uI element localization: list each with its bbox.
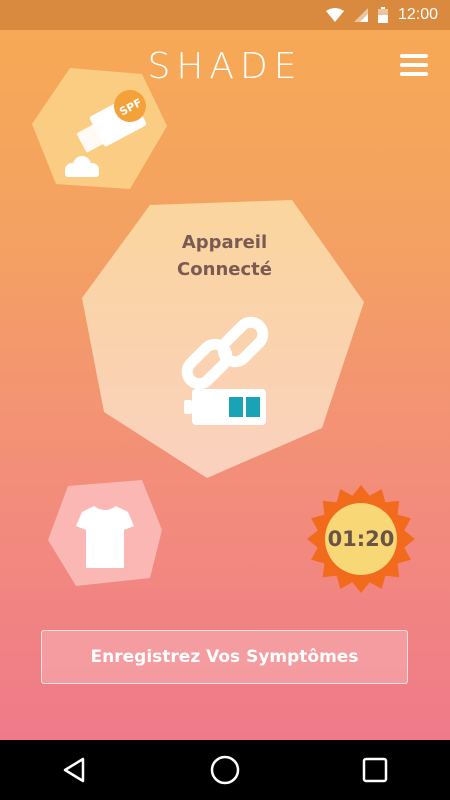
status-time: 12:00	[397, 6, 438, 23]
back-icon[interactable]	[45, 740, 105, 800]
wifi-icon	[325, 8, 344, 22]
device-title-line1: Appareil	[181, 232, 268, 253]
home-icon[interactable]	[195, 740, 255, 800]
timer-value: 01:20	[327, 527, 395, 551]
battery-icon	[184, 389, 266, 425]
spf-card[interactable]: SPF	[32, 66, 167, 191]
battery-segment	[246, 397, 260, 417]
navigation-bar	[0, 740, 450, 800]
recents-icon[interactable]	[345, 740, 405, 800]
battery-segment	[229, 397, 243, 417]
record-symptoms-button[interactable]: Enregistrez Vos Symptômes	[41, 630, 408, 684]
link-icon	[181, 316, 269, 390]
device-title: Appareil Connecté	[82, 229, 367, 283]
hamburger-menu-icon[interactable]	[400, 54, 428, 76]
device-title-line2: Connecté	[177, 259, 272, 280]
battery-icon	[377, 7, 388, 23]
status-bar: 12:00	[0, 0, 450, 30]
clothing-panel[interactable]	[48, 480, 162, 586]
signal-icon	[353, 8, 368, 22]
